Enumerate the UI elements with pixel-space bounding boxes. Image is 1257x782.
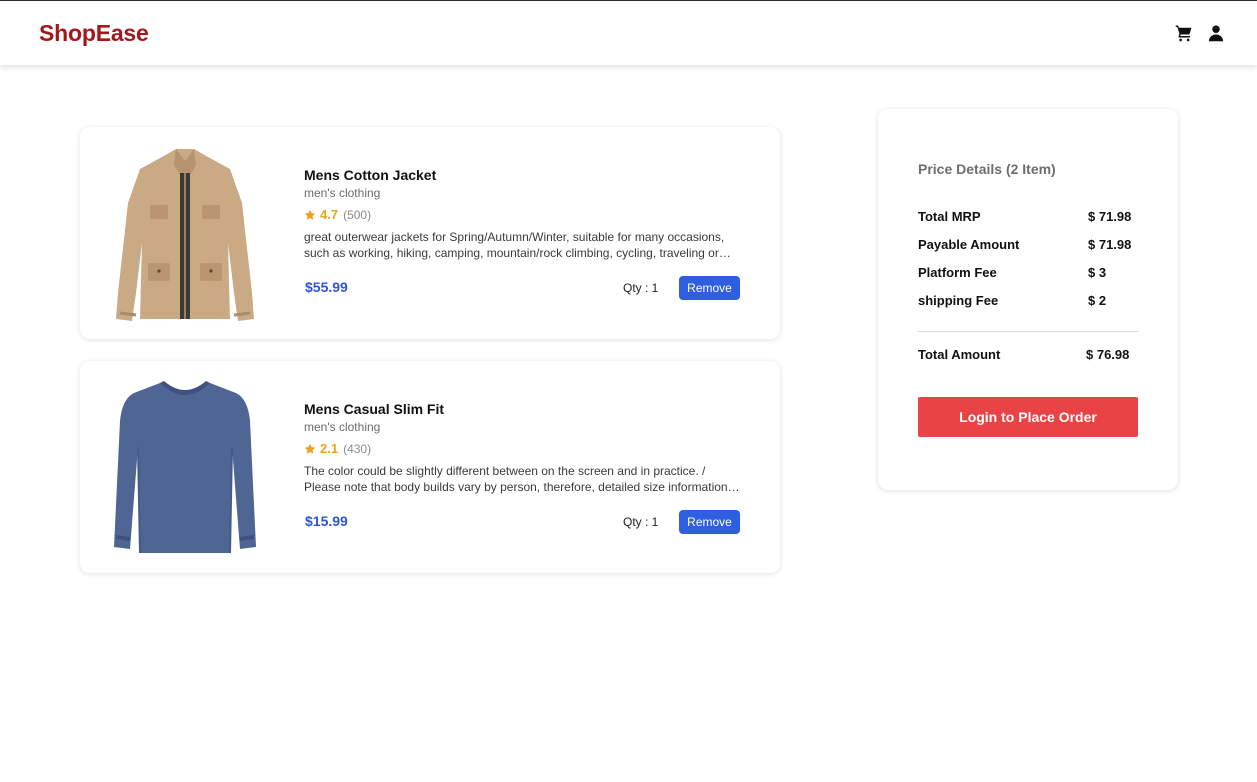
nav-icons [1175,24,1225,42]
product-category: men's clothing [304,186,381,200]
price-details-heading: Price Details (2 Item) [918,161,1056,177]
platform-fee-value: $ 3 [1088,265,1107,280]
total-mrp-value: $ 71.98 [1088,209,1132,224]
product-price: $55.99 [305,279,348,295]
total-mrp-label: Total MRP [918,209,981,224]
total-mrp-row: Total MRP $ 71.98 [918,209,1138,229]
cart-item: Mens Casual Slim Fit men's clothing 2.1 … [80,361,780,573]
rating-value: 2.1 [320,441,339,456]
total-amount-row: Total Amount $ 76.98 [918,347,1138,367]
product-description: great outerwear jackets for Spring/Autum… [304,230,725,260]
product-category: men's clothing [304,420,381,434]
rating-count: (500) [343,207,372,222]
navbar: ShopEase [0,1,1257,65]
item-actions: $55.99 Qty : 1 Remove [304,275,740,301]
remove-button[interactable]: Remove [679,510,740,534]
payable-amount-row: Payable Amount $ 71.98 [918,237,1138,257]
platform-fee-row: Platform Fee $ 3 [918,265,1138,285]
rating-value: 4.7 [320,207,339,222]
payable-amount-value: $ 71.98 [1088,237,1132,252]
cart-item: Mens Cotton Jacket men's clothing 4.7 (5… [80,127,780,339]
total-amount-label: Total Amount [918,347,1001,362]
star-icon [304,443,316,454]
product-rating: 2.1 (430) [304,441,744,456]
quantity-label: Qty : 1 [623,515,659,529]
product-info: Mens Casual Slim Fit men's clothing 2.1 … [304,401,744,495]
product-description: The color could be slightly different be… [304,464,728,494]
login-to-place-order-button[interactable]: Login to Place Order [918,397,1138,437]
price-details-panel: Price Details (2 Item) Total MRP $ 71.98… [878,109,1178,490]
shipping-fee-row: shipping Fee $ 2 [918,293,1138,313]
remove-button[interactable]: Remove [679,276,740,300]
summary-divider [918,331,1138,332]
rating-count: (430) [343,441,372,456]
product-title[interactable]: Mens Casual Slim Fit [304,401,744,417]
star-icon [304,209,316,220]
brand-logo[interactable]: ShopEase [39,20,149,47]
product-image-shirt[interactable] [110,377,260,559]
platform-fee-label: Platform Fee [918,265,997,280]
product-price: $15.99 [305,513,348,529]
payable-amount-label: Payable Amount [918,237,1020,252]
shipping-fee-value: $ 2 [1088,293,1107,308]
total-amount-value: $ 76.98 [1086,347,1130,362]
product-info: Mens Cotton Jacket men's clothing 4.7 (5… [304,167,744,261]
quantity-label: Qty : 1 [623,281,659,295]
cart-icon[interactable] [1175,24,1193,42]
shipping-fee-label: shipping Fee [918,293,999,308]
product-title[interactable]: Mens Cotton Jacket [304,167,744,183]
product-rating: 4.7 (500) [304,207,744,222]
item-actions: $15.99 Qty : 1 Remove [304,509,740,535]
product-image-jacket[interactable] [110,143,260,325]
user-icon[interactable] [1207,24,1225,42]
